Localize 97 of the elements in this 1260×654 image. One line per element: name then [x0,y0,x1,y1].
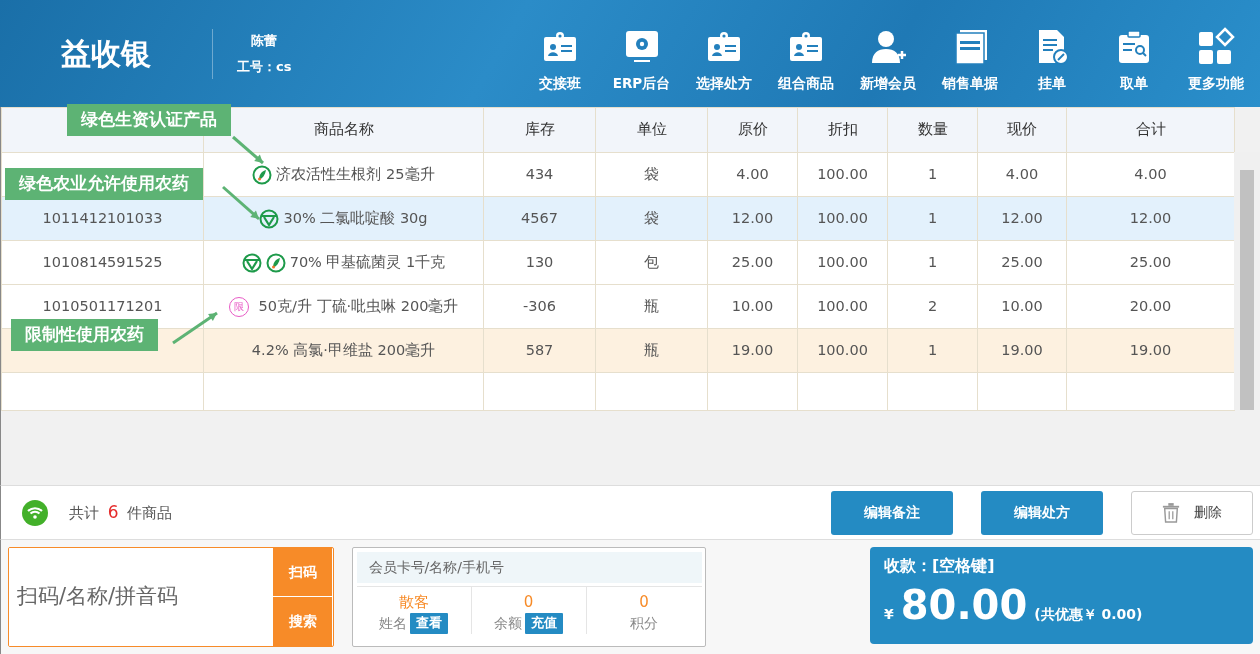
table-cell: 瓶 [644,341,659,358]
table-cell: -306 [523,297,556,314]
table-cell: 4.00 [1134,165,1167,182]
table-cell: 1 [927,341,938,358]
payment-amount: 80.00 [900,585,1028,625]
toolbar-button[interactable]: 挂单 [1010,27,1093,94]
table-row[interactable]: 1011412101033 30% 二氯吡啶酸 30g 4567 袋 12.00 100.00 1 12.00 12.00 [1,196,1235,241]
toolbar-button[interactable]: 新增会员 [846,27,929,94]
wifi-icon [22,499,48,526]
column-header: 库存 [483,107,596,153]
callout-arrow [222,185,260,221]
table-cell: 12.00 [1129,209,1172,226]
v-emblem-icon [241,252,262,273]
table-cell: 1 [927,253,938,270]
table-cell: 包 [644,253,659,270]
table-cell: 25.00 [1001,253,1043,270]
user-name: 陈蕾 [251,31,278,50]
toolbar-button[interactable]: 取单 [1092,27,1175,94]
leaf-icon [252,164,273,185]
toolbar-button[interactable]: ERP后台 [600,27,683,94]
member-value: 散客 [397,591,430,613]
scan-field[interactable]: 扫码/名称/拼音码 扫码 搜索 [8,547,334,647]
table-cell: 434 [525,165,554,182]
product-name: 济农活性生根剂 25毫升 [276,165,435,182]
member-label: 姓名 [378,614,407,633]
member-action-button[interactable]: 充值 [525,613,564,634]
member-action-button[interactable]: 查看 [410,613,449,634]
table-cell: 瓶 [644,297,659,314]
currency-symbol: ¥ [884,605,894,624]
table-cell: 1 [927,209,938,226]
column-header: 现价 [977,107,1067,153]
product-name: 30% 二氯吡啶酸 30g [283,209,428,226]
product-name: 4.2% 高氯·甲维盐 200毫升 [251,341,436,358]
callout-label: 绿色农业允许使用农药 [5,168,203,200]
table-cell: 12.00 [731,209,774,226]
trash-icon [1162,502,1180,523]
column-header: 合计 [1066,107,1235,153]
table-cell: 12.00 [1001,209,1043,226]
payment-title: 收款：[空格键] [884,555,996,577]
table-cell: 25.00 [731,253,774,270]
v-emblem-icon [259,208,280,229]
callout-arrow [232,135,264,165]
search-button[interactable]: 搜索 [273,597,332,646]
column-header: 原价 [707,107,798,153]
toolbar-button[interactable]: 更多功能 [1174,27,1257,94]
callout-arrow [172,311,218,345]
member-label: 积分 [630,614,658,633]
table-cell: 10.00 [1001,297,1043,314]
edit-button[interactable]: 编辑备注 [831,490,953,535]
product-code: 1010814591525 [42,253,163,270]
edit-button[interactable]: 编辑处方 [981,490,1103,535]
leaf-icon [265,252,286,273]
column-header: 数量 [887,107,978,153]
callout-label: 绿色生资认证产品 [67,104,231,136]
table-cell: 1 [927,165,938,182]
scan-button[interactable]: 扫码 [273,548,332,597]
table-cell: 19.00 [1001,341,1043,358]
table-cell: 130 [525,253,554,270]
table-cell: 袋 [644,209,659,226]
table-cell: 袋 [644,165,659,182]
member-value: 0 [522,591,535,613]
table-cell: 100.00 [817,165,868,182]
table-cell: 100.00 [817,253,868,270]
table-cell: 100.00 [817,209,868,226]
callout-label: 限制性使用农药 [11,319,158,351]
app-title: 益收银 [60,35,152,73]
discount-note: (共优惠￥ 0.00) [1034,605,1143,624]
item-count: 共计 6 件商品 [69,500,173,524]
table-cell: 4.00 [736,165,769,182]
table-cell: 19.00 [1129,341,1172,358]
delete-button[interactable]: 删除 [1131,490,1253,535]
table-cell: 25.00 [1129,253,1172,270]
column-header: 单位 [595,107,708,153]
table-cell: 100.00 [817,341,868,358]
table-cell: 19.00 [731,341,774,358]
toolbar-button[interactable]: 选择处方 [682,27,765,94]
table-cell: 587 [525,341,554,358]
column-header: 折扣 [797,107,888,153]
table-cell: 100.00 [817,297,868,314]
member-search-field[interactable]: 会员卡号/名称/手机号 [356,551,702,583]
table-cell: 4567 [521,209,558,226]
member-value: 0 [638,591,650,613]
table-cell: 20.00 [1129,297,1172,314]
member-label: 余额 [493,614,522,633]
toolbar-button[interactable]: 交接班 [518,27,601,94]
table-cell: 2 [927,297,938,314]
product-code: 1010501171201 [42,297,163,314]
toolbar-button[interactable]: 销售单据 [928,27,1011,94]
product-name: 70% 甲基硫菌灵 1千克 [289,253,446,270]
table-row[interactable]: 1010814591525 70% 甲基硫菌灵 1千克 130 包 25.00 100.00 1 25.00 25.00 [1,240,1235,285]
product-name: 50克/升 丁硫·吡虫啉 200毫升 [258,297,459,314]
employee-id: 工号：cs [237,58,292,76]
table-cell: 10.00 [731,297,774,314]
table-cell: 4.00 [1005,165,1039,182]
product-code: 1011412101033 [42,209,163,226]
payment-panel[interactable]: 收款：[空格键] ¥ 80.00 (共优惠￥ 0.00) [870,547,1253,644]
toolbar-button[interactable]: 组合商品 [764,27,847,94]
